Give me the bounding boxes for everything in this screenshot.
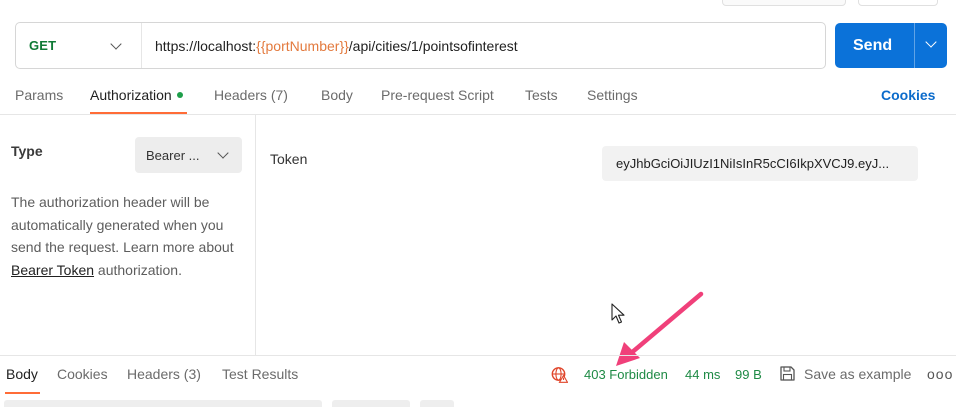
chevron-down-icon <box>110 38 122 50</box>
save-icon[interactable] <box>779 365 796 382</box>
bearer-token-link[interactable]: Bearer Token <box>11 262 94 278</box>
auth-description-line: Bearer Token authorization. <box>11 259 251 282</box>
tab-authorization[interactable]: Authorization <box>90 87 183 103</box>
auth-type-value: Bearer ... <box>146 147 200 163</box>
cookies-link[interactable]: Cookies <box>881 87 935 103</box>
response-status[interactable]: 403 Forbidden <box>584 367 668 382</box>
url-bar: GET https://localhost:{{portNumber}}/api… <box>15 22 826 69</box>
response-time[interactable]: 44 ms <box>685 367 720 382</box>
tab-params[interactable]: Params <box>15 87 63 103</box>
top-toolbar-control[interactable] <box>722 0 846 6</box>
send-label: Send <box>853 36 893 54</box>
divider <box>0 355 956 356</box>
url-variable: {{portNumber}} <box>256 37 349 54</box>
tab-headers-count: (7) <box>270 87 288 103</box>
response-tab-cookies[interactable]: Cookies <box>57 366 108 382</box>
tab-headers[interactable]: Headers (7) <box>214 87 288 103</box>
active-indicator-dot <box>176 92 183 98</box>
more-icon[interactable]: ooo <box>927 366 953 382</box>
response-format-control-2[interactable] <box>420 400 454 407</box>
token-input[interactable]: eyJhbGciOiJIUzI1NiIsInR5cCI6IkpXVCJ9.eyJ… <box>602 146 918 181</box>
panel-divider <box>255 115 256 355</box>
url-prefix: https://localhost: <box>155 37 257 54</box>
auth-type-label: Type <box>11 143 43 159</box>
auth-description-tail: authorization. <box>94 261 182 278</box>
auth-description-line: automatically generated when you <box>11 216 224 233</box>
auth-type-select[interactable]: Bearer ... <box>135 137 242 173</box>
response-tab-test-results[interactable]: Test Results <box>222 366 298 382</box>
chevron-down-icon <box>925 36 937 48</box>
globe-warning-icon[interactable] <box>551 366 568 383</box>
tab-authorization-label: Authorization <box>90 87 172 103</box>
auth-description-line: send the request. Learn more about <box>11 239 234 256</box>
response-format-bar[interactable] <box>4 400 322 407</box>
response-tab-headers[interactable]: Headers (3) <box>127 366 201 382</box>
tab-headers-label: Headers <box>214 87 267 103</box>
response-tab-body[interactable]: Body <box>6 366 38 382</box>
response-size[interactable]: 99 B <box>735 367 762 382</box>
url-input[interactable]: https://localhost:{{portNumber}}/api/cit… <box>142 38 518 54</box>
send-button[interactable]: Send <box>835 23 947 68</box>
token-label: Token <box>270 151 308 167</box>
top-toolbar-control-2[interactable] <box>858 0 938 6</box>
tab-body[interactable]: Body <box>321 87 353 103</box>
auth-description: The authorization header will be automat… <box>11 191 251 281</box>
response-format-control[interactable] <box>332 400 410 407</box>
active-tab-underline <box>5 392 40 394</box>
chevron-down-icon <box>217 147 229 159</box>
divider <box>0 114 956 115</box>
request-tabs: Params Authorization Headers (7) Body Pr… <box>0 78 956 114</box>
tab-prerequest-script[interactable]: Pre-request Script <box>381 87 494 103</box>
mouse-cursor-icon <box>611 303 625 324</box>
postman-window: GET https://localhost:{{portNumber}}/api… <box>0 0 972 407</box>
method-label: GET <box>29 38 57 53</box>
url-suffix: /api/cities/1/pointsofinterest <box>348 37 518 54</box>
auth-description-line: The authorization header will be <box>11 194 210 210</box>
window-edge <box>956 0 972 407</box>
tab-tests[interactable]: Tests <box>525 87 558 103</box>
send-options-button[interactable] <box>914 23 947 68</box>
save-as-example-button[interactable]: Save as example <box>804 366 911 382</box>
tab-settings[interactable]: Settings <box>587 87 638 103</box>
method-select[interactable]: GET <box>16 23 142 68</box>
